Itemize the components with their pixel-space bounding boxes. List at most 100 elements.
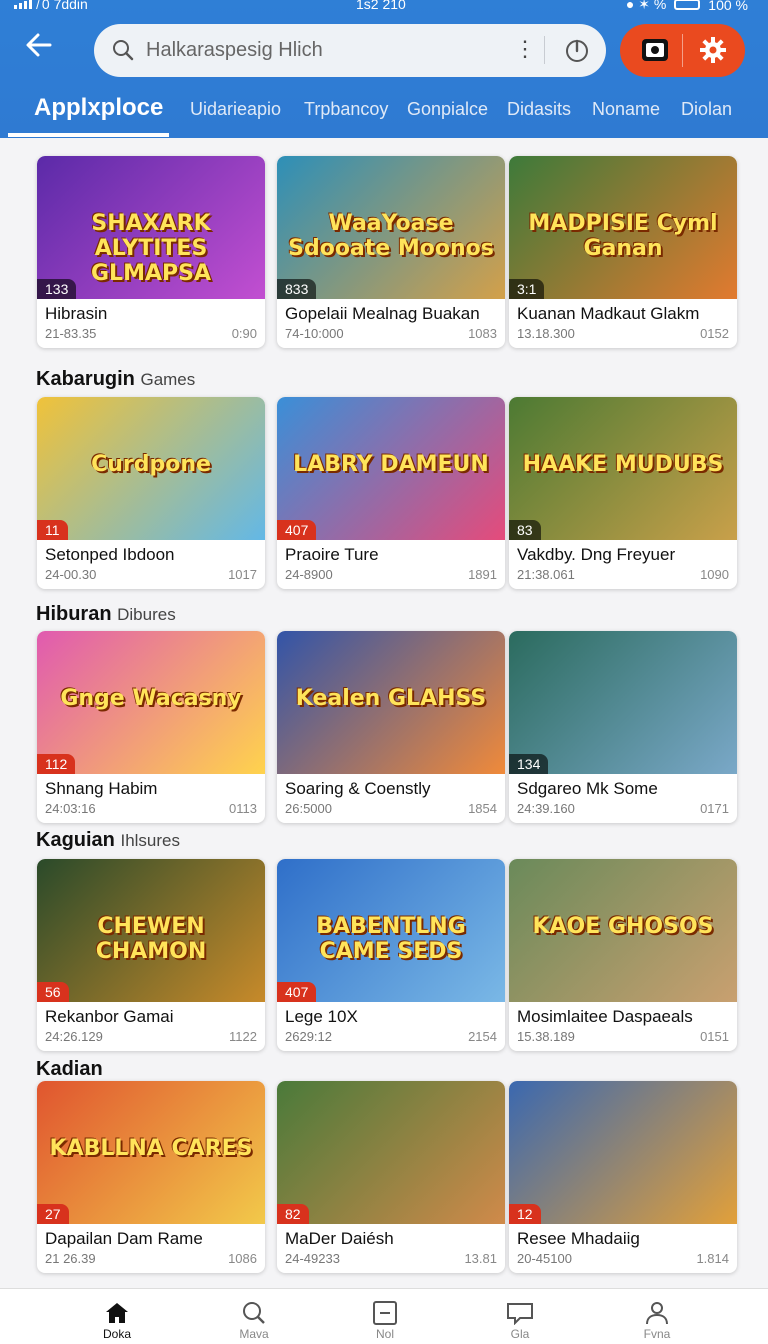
game-card[interactable]: 12 Resee Mhadaiig 20-45100 1.814 — [509, 1081, 737, 1273]
home-icon — [106, 1303, 128, 1323]
status-bar: ̸ 0 7ddin 1s2 210 ● ✶ % 100 % — [0, 0, 768, 13]
game-thumbnail[interactable]: 134 — [509, 631, 737, 774]
game-title[interactable]: Resee Mhadaiig — [517, 1229, 640, 1249]
game-title[interactable]: Shnang Habim — [45, 779, 157, 799]
game-thumbnail[interactable]: MADPISIE Cyml Ganan 3:1 — [509, 156, 737, 299]
thumbnail-title: KAOE GHOSOS — [532, 914, 714, 939]
game-title[interactable]: Soaring & Coenstly — [285, 779, 431, 799]
game-thumbnail[interactable]: Curdpone 11 — [37, 397, 265, 540]
game-count: 2154 — [468, 1029, 497, 1044]
search-placeholder[interactable]: Halkaraspesig Hlich — [146, 39, 323, 62]
game-card[interactable]: WaaYoase Sdooate Moonos 833 Gopelaii Mealn… — [277, 156, 505, 348]
camera-icon[interactable] — [640, 36, 670, 64]
tab-trpbancoy[interactable]: Trpbancoy — [304, 99, 388, 120]
section-header: Kadian — [36, 1058, 103, 1081]
game-thumbnail[interactable]: CHEWEN CHAMON 56 — [37, 859, 265, 1002]
game-date: 24-00.30 — [45, 567, 97, 582]
game-date: 24:39.160 — [517, 801, 575, 816]
nav-label: Mava — [239, 1327, 269, 1341]
action-divider — [682, 34, 683, 67]
game-count: 1891 — [468, 567, 497, 582]
game-date: 13.18.300 — [517, 326, 575, 341]
game-date: 21-83.35 — [45, 326, 97, 341]
game-card[interactable]: LABRY DAMEUN 407 Praoire Ture 24-8900 1891 — [277, 397, 505, 589]
game-thumbnail[interactable]: LABRY DAMEUN 407 — [277, 397, 505, 540]
category-tabs: Applxploce Uidarieapio Trpbancoy Gonpial… — [0, 88, 768, 138]
game-card[interactable]: Gnge Wacasny 112 Shnang Habim 24:03:16 0113 — [37, 631, 265, 823]
battery-level: 100 % — [708, 0, 748, 13]
game-title[interactable]: Praoire Ture — [285, 545, 379, 565]
game-thumbnail[interactable]: SHAXARK ALYTITES GLMAPSA 133 — [37, 156, 265, 299]
search-bar[interactable]: Halkaraspesig Hlich ⋮ — [94, 24, 606, 77]
game-thumbnail[interactable]: WaaYoase Sdooate Moonos 833 — [277, 156, 505, 299]
game-title[interactable]: Setonped Ibdoon — [45, 545, 175, 565]
game-title[interactable]: Hibrasin — [45, 304, 107, 324]
game-date: 2629:12 — [285, 1029, 332, 1044]
game-title[interactable]: Kuanan Madkaut Glakm — [517, 304, 699, 324]
minus-square-icon — [373, 1301, 397, 1325]
game-count: 0151 — [700, 1029, 729, 1044]
nav-search[interactable]: Mava — [214, 1301, 294, 1341]
section-header: Kaguian Ihlsures — [36, 829, 180, 852]
game-date: 15.38.189 — [517, 1029, 575, 1044]
tab-uidarieapio[interactable]: Uidarieapio — [190, 99, 281, 120]
game-count: 1017 — [228, 567, 257, 582]
game-thumbnail[interactable]: HAAKE MUDUBS 83 — [509, 397, 737, 540]
game-card[interactable]: 134 Sdgareo Mk Some 24:39.160 0171 — [509, 631, 737, 823]
game-thumbnail[interactable]: Gnge Wacasny 112 — [37, 631, 265, 774]
search-divider — [544, 36, 545, 64]
game-card[interactable]: KABLLNA CARES 27 Dapailan Dam Rame 21 26.39… — [37, 1081, 265, 1273]
game-title[interactable]: Mosimlaitee Daspaeals — [517, 1007, 693, 1027]
game-title[interactable]: Rekanbor Gamai — [45, 1007, 174, 1027]
game-date: 20-45100 — [517, 1251, 572, 1266]
rank-badge: 407 — [277, 520, 317, 540]
nav-nol[interactable]: Nol — [345, 1301, 425, 1341]
thumbnail-title: LABRY DAMEUN — [293, 452, 489, 477]
nav-profile[interactable]: Fvna — [617, 1301, 697, 1341]
game-card[interactable]: Kealen GLAHSS Soaring & Coenstly 26:5000 18… — [277, 631, 505, 823]
game-thumbnail[interactable]: 12 — [509, 1081, 737, 1224]
tab-diolan[interactable]: Diolan — [681, 99, 732, 120]
nav-gla[interactable]: Gla — [480, 1301, 560, 1341]
game-card[interactable]: HAAKE MUDUBS 83 Vakdby. Dng Freyuer 21:38.0… — [509, 397, 737, 589]
game-title[interactable]: MaDer Daiésh — [285, 1229, 394, 1249]
thumbnail-title: BABENTLNG CAME SEDS — [316, 914, 466, 964]
game-thumbnail[interactable]: BABENTLNG CAME SEDS 407 — [277, 859, 505, 1002]
game-thumbnail[interactable]: Kealen GLAHSS — [277, 631, 505, 774]
game-card[interactable]: BABENTLNG CAME SEDS 407 Lege 10X 2629:12 215… — [277, 859, 505, 1051]
gear-icon[interactable] — [698, 35, 728, 65]
game-card[interactable]: Curdpone 11 Setonped Ibdoon 24-00.30 1017 — [37, 397, 265, 589]
profile-icon — [646, 1302, 668, 1325]
game-thumbnail[interactable]: KAOE GHOSOS — [509, 859, 737, 1002]
game-title[interactable]: Lege 10X — [285, 1007, 358, 1027]
game-card[interactable]: 82 MaDer Daiésh 24-49233 13.81 — [277, 1081, 505, 1273]
game-count: 1090 — [700, 567, 729, 582]
tab-applxploce[interactable]: Applxploce — [34, 94, 163, 122]
game-date: 24:03:16 — [45, 801, 96, 816]
game-card[interactable]: CHEWEN CHAMON 56 Rekanbor Gamai 24:26.129 11… — [37, 859, 265, 1051]
more-options-icon[interactable]: ⋮ — [514, 36, 536, 62]
status-icons: ● ✶ % — [625, 0, 667, 12]
game-thumbnail[interactable]: KABLLNA CARES 27 — [37, 1081, 265, 1224]
back-arrow-icon[interactable] — [24, 30, 60, 66]
thumbnail-title: Gnge Wacasny — [60, 686, 242, 711]
game-thumbnail[interactable]: 82 — [277, 1081, 505, 1224]
nav-label: Fvna — [643, 1327, 671, 1341]
game-date: 74-10:000 — [285, 326, 344, 341]
bottom-navigation: Doka Mava Nol Gla Fvna — [0, 1288, 768, 1344]
tab-didasits[interactable]: Didasits — [507, 99, 571, 120]
game-card[interactable]: SHAXARK ALYTITES GLMAPSA 133 Hibrasin 21-83… — [37, 156, 265, 348]
game-title[interactable]: Dapailan Dam Rame — [45, 1229, 203, 1249]
game-card[interactable]: MADPISIE Cyml Ganan 3:1 Kuanan Madkaut Gla… — [509, 156, 737, 348]
game-card[interactable]: KAOE GHOSOS Mosimlaitee Daspaeals 15.38.18… — [509, 859, 737, 1051]
game-title[interactable]: Vakdby. Dng Freyuer — [517, 545, 675, 565]
tab-noname[interactable]: Noname — [592, 99, 660, 120]
tab-gonpialce[interactable]: Gonpialce — [407, 99, 488, 120]
game-count: 1854 — [468, 801, 497, 816]
nav-home[interactable]: Doka — [77, 1301, 157, 1341]
power-icon[interactable] — [564, 37, 590, 63]
game-title[interactable]: Gopelaii Mealnag Buakan — [285, 304, 480, 324]
game-title[interactable]: Sdgareo Mk Some — [517, 779, 658, 799]
game-date: 21 26.39 — [45, 1251, 96, 1266]
rank-badge: 3:1 — [509, 279, 545, 299]
